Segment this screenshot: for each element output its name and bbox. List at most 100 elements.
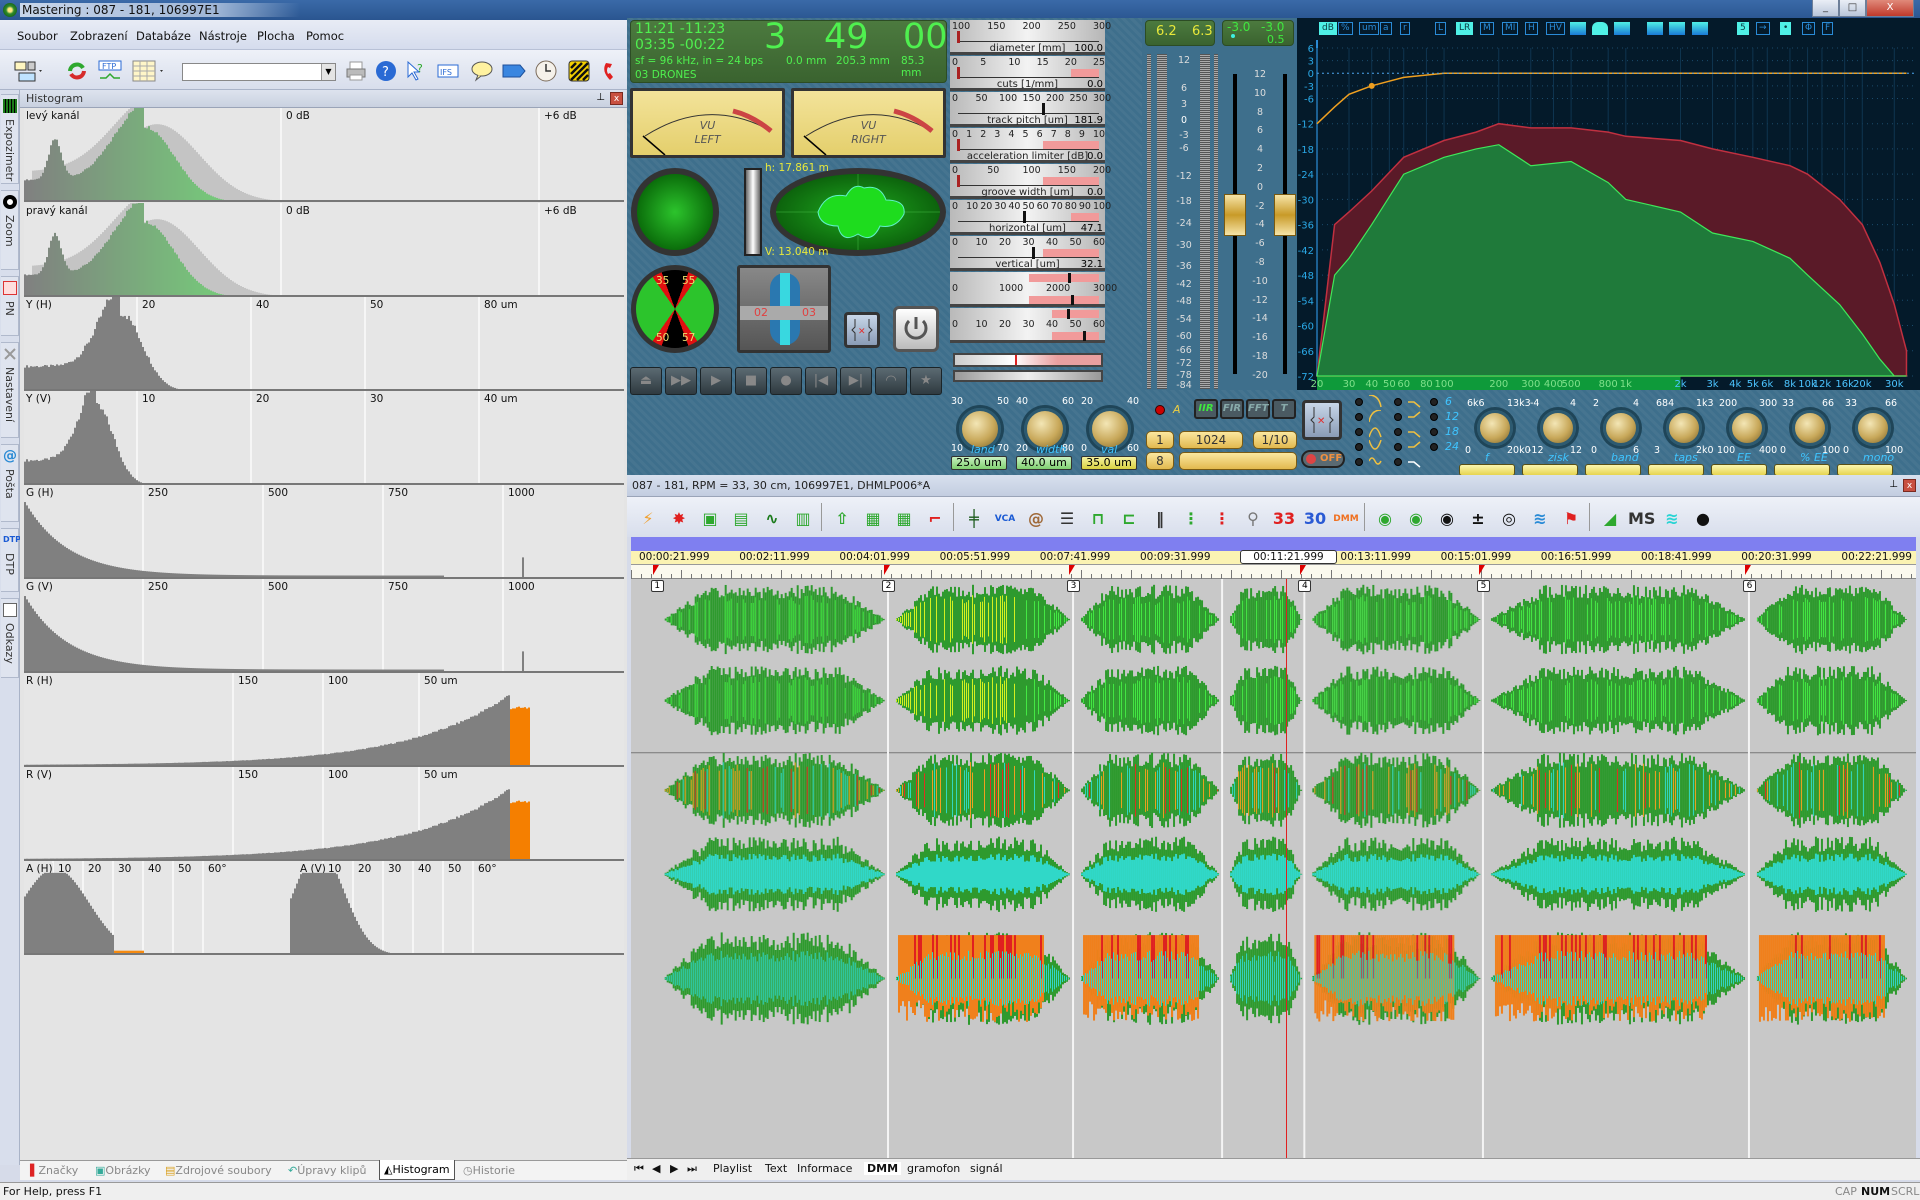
compressor-icon[interactable]: ⊏ <box>1116 508 1142 530</box>
side-tab-expozimetr[interactable]: Expozimetr <box>1 94 19 184</box>
fader-left[interactable] <box>1224 194 1246 236</box>
help-icon[interactable]: ? <box>375 60 397 82</box>
knob-mono[interactable] <box>1855 410 1891 446</box>
tab-historie[interactable]: ◷Historie <box>463 1164 515 1177</box>
menu-nastroje[interactable]: Nástroje <box>199 29 247 43</box>
save-icon[interactable]: ▣ <box>697 508 723 530</box>
layout-icon[interactable] <box>14 60 42 82</box>
tab-upravy-klipu[interactable]: ↶Úpravy klipů <box>288 1164 366 1177</box>
filter-radio[interactable] <box>1394 458 1402 466</box>
rpm30-icon[interactable]: 30 <box>1302 508 1328 530</box>
side-tab-dtp[interactable]: DTP DTP <box>1 528 21 592</box>
overview-bar[interactable] <box>631 537 1916 551</box>
previous-button[interactable]: |◀ <box>805 367 837 395</box>
eject-button[interactable]: ⏏ <box>630 367 662 395</box>
radio-icon[interactable]: ≋ <box>1527 508 1553 530</box>
filter-radio[interactable] <box>1355 428 1363 436</box>
table-icon[interactable] <box>132 60 166 82</box>
calc2-icon[interactable]: ▦ <box>891 508 917 530</box>
mixer-icon[interactable]: ‖ <box>1147 508 1173 530</box>
curve-handle[interactable] <box>1368 82 1375 89</box>
waveform-area[interactable]: 1 2 3 4 5 6 <box>631 579 1916 1158</box>
ms-icon[interactable]: MS <box>1628 508 1655 530</box>
ftp-icon[interactable]: FTP <box>98 60 122 82</box>
last-tab-button[interactable]: ⏭ <box>687 1162 697 1176</box>
marker-ruler[interactable] <box>631 565 1916 579</box>
marker-flag[interactable] <box>884 565 890 575</box>
menu-zobrazeni[interactable]: Zobrazení <box>70 29 128 43</box>
filter-radio[interactable] <box>1394 428 1402 436</box>
fft-param-1[interactable]: 1 <box>1146 431 1174 449</box>
tab-playlist[interactable]: Playlist <box>713 1162 752 1175</box>
levels-icon[interactable]: ▥ <box>790 508 816 530</box>
tab-znacky[interactable]: ▌Značky <box>30 1164 78 1177</box>
eq-bypass-button[interactable]: ✕ <box>1302 400 1342 440</box>
side-tab-posta[interactable]: @ Pošta <box>1 444 19 522</box>
level-adjust-icon[interactable]: ± <box>1465 508 1491 530</box>
noise-icon[interactable]: ≋ <box>1659 508 1685 530</box>
speedometer-button[interactable]: ◠ <box>875 367 907 395</box>
prev-tab-button[interactable]: ◀ <box>652 1162 660 1175</box>
time-ruler[interactable]: 00:00:21.999 00:02:11.999 00:04:01.999 00:0… <box>631 550 1916 565</box>
marker-label[interactable]: 5 <box>1476 580 1490 592</box>
marker-label[interactable]: 4 <box>1298 580 1312 592</box>
balance-slider[interactable] <box>744 168 762 256</box>
order-radio[interactable] <box>1430 428 1438 436</box>
scroll-bar[interactable] <box>953 370 1103 382</box>
tab-text[interactable]: Text <box>765 1162 787 1175</box>
view-wave-icon[interactable]: ◉ <box>1372 508 1398 530</box>
fft-size[interactable]: 1024 <box>1179 431 1243 449</box>
first-tab-button[interactable]: ⏮ <box>634 1162 644 1176</box>
print-icon[interactable] <box>345 60 367 82</box>
filter-radio[interactable] <box>1355 443 1363 451</box>
pin-icon[interactable]: ⊥ <box>1889 479 1898 490</box>
snail-icon[interactable]: @ <box>1023 508 1049 530</box>
clock-icon[interactable] <box>535 60 557 82</box>
next-button[interactable]: ▶| <box>840 367 872 395</box>
filter-radio[interactable] <box>1355 458 1363 466</box>
order-radio[interactable] <box>1430 398 1438 406</box>
oscillator-icon[interactable]: ∿ <box>759 508 785 530</box>
curve-icon[interactable]: ◢ <box>1597 508 1623 530</box>
tab-obrazky[interactable]: ▣Obrázky <box>95 1164 151 1177</box>
connect-button[interactable]: ✕ <box>844 312 880 348</box>
context-help-icon[interactable]: ? <box>405 60 427 82</box>
position-bar[interactable] <box>953 353 1103 367</box>
play-button[interactable]: ▶ <box>700 367 732 395</box>
side-tab-odkazy[interactable]: Odkazy <box>1 598 19 678</box>
side-tab-zoom[interactable]: Zoom <box>1 190 19 270</box>
filter-radio[interactable] <box>1394 413 1402 421</box>
ifs-icon[interactable]: IFS <box>437 60 459 82</box>
tag-icon[interactable] <box>502 60 526 82</box>
minimize-button[interactable]: _ <box>1812 0 1839 17</box>
knob-value-field[interactable]: 40.0 um <box>1016 456 1072 470</box>
filter-mode-fir[interactable]: FIR <box>1220 399 1244 419</box>
pin-icon[interactable]: ⊥ <box>596 92 605 103</box>
close-panel-icon[interactable]: x <box>1903 479 1916 492</box>
marker-flag[interactable] <box>652 565 659 575</box>
menu-soubor[interactable]: Soubor <box>17 29 58 43</box>
calc-icon[interactable]: ▦ <box>860 508 886 530</box>
flag-move-icon[interactable]: ⚑ <box>1558 508 1584 530</box>
vca-icon[interactable]: VCA <box>992 508 1018 530</box>
tab-zdrojove-soubory[interactable]: ▤Zdrojové soubory <box>165 1164 272 1177</box>
microphone-icon[interactable]: ⚲ <box>1240 508 1266 530</box>
tab-dmm[interactable]: DMM <box>864 1162 902 1175</box>
meter-view-icon[interactable]: ▤ <box>728 508 754 530</box>
hazard-icon[interactable] <box>568 60 590 82</box>
side-tab-nastaveni[interactable]: Nastavení <box>1 342 19 438</box>
marker-label[interactable]: 2 <box>882 580 895 592</box>
filter-radio[interactable] <box>1355 413 1363 421</box>
burst-icon[interactable]: ✸ <box>666 508 692 530</box>
tab-histogram[interactable]: ◭Histogram <box>379 1160 455 1180</box>
center-icon[interactable]: ╪ <box>961 508 987 530</box>
fft-empty-field[interactable] <box>1179 452 1297 470</box>
menu-pomoc[interactable]: Pomoc <box>306 29 344 43</box>
wave-edit2-icon[interactable]: ⋮ <box>1209 508 1235 530</box>
knob-f[interactable] <box>1477 410 1513 446</box>
knob-value-field[interactable]: 35.0 um <box>1081 456 1137 470</box>
favorite-button[interactable]: ★ <box>910 367 942 395</box>
fast-forward-button[interactable]: ▶▶ <box>665 367 697 395</box>
phone-icon[interactable] <box>600 60 622 82</box>
tab-gramofon[interactable]: gramofon <box>907 1162 960 1175</box>
